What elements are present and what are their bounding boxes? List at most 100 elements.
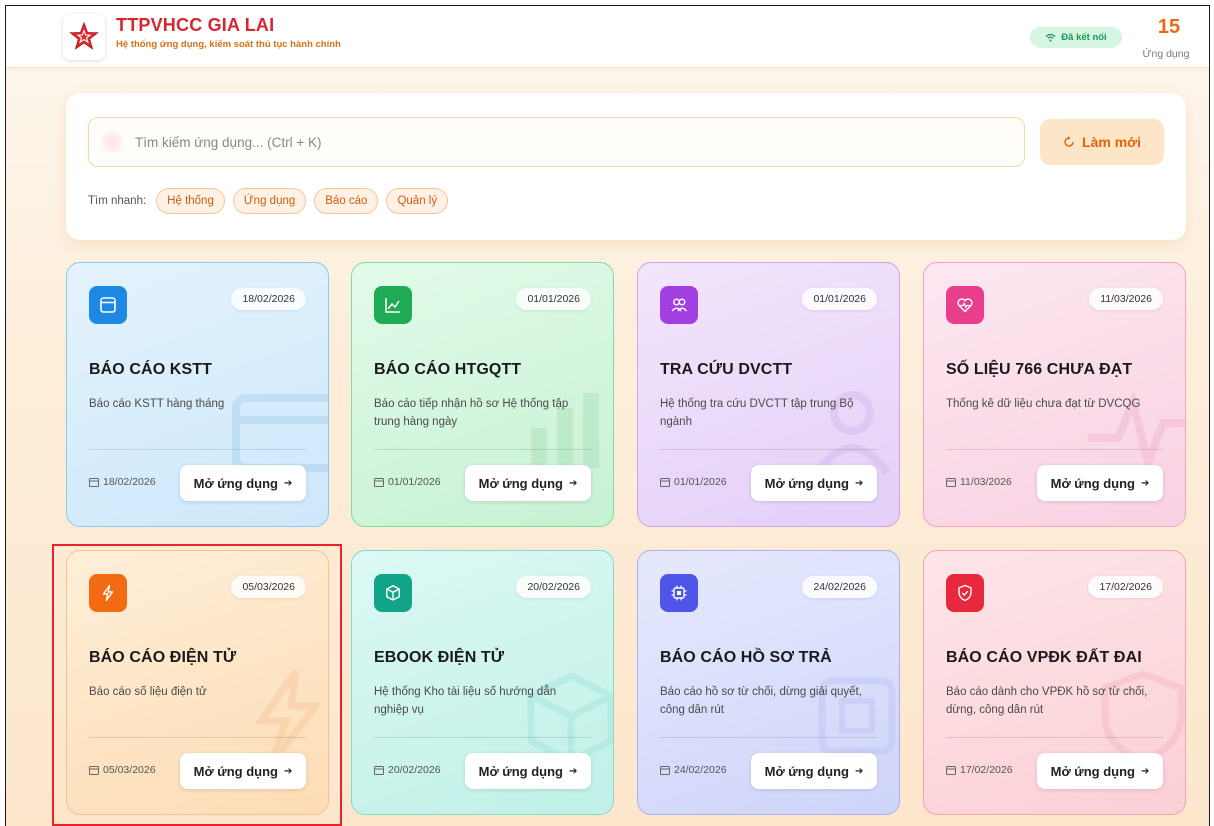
wifi-icon [1045, 33, 1056, 42]
card-footer-date-text: 18/02/2026 [103, 476, 156, 488]
card-footer-date: 20/02/2026 [374, 764, 441, 776]
card-footer-date-text: 11/03/2026 [960, 476, 1012, 488]
card-divider [946, 737, 1163, 738]
open-app-label: Mở ứng dụng [1050, 475, 1135, 491]
app-card-so-lieu-766[interactable]: 11/03/2026 SỐ LIỆU 766 CHƯA ĐẠT Thống kê… [923, 262, 1186, 527]
app-card-bao-cao-kstt[interactable]: 18/02/2026 BÁO CÁO KSTT Báo cáo KSTT hàn… [66, 262, 329, 527]
open-app-label: Mở ứng dụng [478, 763, 563, 779]
arrow-right-icon: ➔ [568, 765, 578, 777]
open-app-button[interactable]: Mở ứng dụng ➔ [1037, 753, 1163, 789]
search-icon [101, 131, 123, 153]
app-card-tra-cuu-dvctt[interactable]: 01/01/2026 TRA CỨU DVCTT Hệ thống tra cứ… [637, 262, 900, 527]
card-description: Hệ thống tra cứu DVCTT tập trung Bộ ngàn… [660, 398, 854, 428]
open-app-label: Mở ứng dụng [764, 475, 849, 491]
card-footer-date-text: 17/02/2026 [960, 764, 1013, 776]
arrow-right-icon: ➔ [1140, 765, 1150, 777]
refresh-label: Làm mới [1082, 134, 1141, 150]
calendar-icon [374, 478, 384, 487]
card-title: EBOOK ĐIỆN TỬ [374, 649, 505, 666]
app-count-label: Ứng dụng [1142, 48, 1190, 60]
selection-highlight [52, 544, 342, 826]
star-logo-icon [69, 21, 99, 50]
card-description: Báo cáo KSTT hàng tháng [89, 398, 225, 410]
brand-title: TTPVHCC GIA LAI [116, 15, 275, 35]
card-title: SỐ LIỆU 766 CHƯA ĐẠT [946, 361, 1133, 378]
card-date-badge: 17/02/2026 [1088, 576, 1163, 598]
refresh-icon [1064, 136, 1074, 147]
open-app-button[interactable]: Mở ứng dụng ➔ [1037, 465, 1163, 501]
refresh-button[interactable]: Làm mới [1040, 119, 1164, 165]
chip-icon [660, 574, 698, 612]
card-footer-date-text: 01/01/2026 [674, 476, 727, 488]
card-divider [89, 449, 306, 450]
open-app-button[interactable]: Mở ứng dụng ➔ [465, 465, 591, 501]
quick-search-label: Tìm nhanh: [88, 195, 147, 207]
card-title: BÁO CÁO HỒ SƠ TRẢ [660, 649, 832, 666]
card-description: Báo cáo tiếp nhận hồ sơ Hệ thống tập tru… [374, 398, 569, 428]
quick-chip-apps[interactable]: Ứng dụng [232, 188, 307, 214]
app-card-bao-cao-ho-so-tra[interactable]: 24/02/2026 BÁO CÁO HỒ SƠ TRẢ Báo cáo hồ … [637, 550, 900, 815]
users-icon [660, 286, 698, 324]
calendar-icon [374, 766, 384, 775]
arrow-right-icon: ➔ [568, 477, 578, 489]
card-date-badge: 01/01/2026 [516, 288, 591, 310]
arrow-right-icon: ➔ [283, 477, 293, 489]
card-footer-date-text: 20/02/2026 [388, 764, 441, 776]
arrow-right-icon: ➔ [854, 477, 864, 489]
open-app-button[interactable]: Mở ứng dụng ➔ [465, 753, 591, 789]
connection-status-label: Đã kết nối [1061, 32, 1107, 43]
app-card-bao-cao-vpdk-dat-dai[interactable]: 17/02/2026 BÁO CÁO VPĐK ĐẤT ĐAI Báo cáo … [923, 550, 1186, 815]
cube-icon [374, 574, 412, 612]
logo [63, 14, 105, 60]
card-divider [660, 737, 877, 738]
calendar-icon [946, 478, 956, 487]
app-count: 15 [1157, 16, 1181, 38]
window-watermark-icon [232, 394, 328, 472]
chart-line-icon [374, 286, 412, 324]
card-date-badge: 18/02/2026 [231, 288, 306, 310]
app-frame: TTPVHCC GIA LAI Hệ thống ứng dụng, kiểm … [5, 5, 1210, 826]
calendar-icon [660, 478, 670, 487]
quick-search-row: Tìm nhanh: Hệ thống Ứng dụng Báo cáo Quả… [88, 187, 449, 215]
card-title: BÁO CÁO VPĐK ĐẤT ĐAI [946, 649, 1142, 666]
card-date-badge: 20/02/2026 [516, 576, 591, 598]
open-app-label: Mở ứng dụng [1050, 763, 1135, 779]
app-card-bao-cao-htgqtt[interactable]: 01/01/2026 BÁO CÁO HTGQTT Báo cáo tiếp n… [351, 262, 614, 527]
card-divider [946, 449, 1163, 450]
search-panel: Làm mới Tìm nhanh: Hệ thống Ứng dụng Báo… [66, 93, 1186, 240]
card-footer-date: 17/02/2026 [946, 764, 1013, 776]
quick-chip-system[interactable]: Hệ thống [156, 188, 225, 214]
app-card-ebook-dien-tu[interactable]: 20/02/2026 EBOOK ĐIỆN TỬ Hệ thống Kho tà… [351, 550, 614, 815]
pulse-watermark-icon [1088, 390, 1185, 477]
card-footer-date: 24/02/2026 [660, 764, 727, 776]
card-divider [374, 449, 591, 450]
open-app-label: Mở ứng dụng [193, 475, 278, 491]
card-description: Báo cáo dành cho VPĐK hồ sơ từ chối, dừn… [946, 686, 1148, 716]
calendar-icon [89, 478, 99, 487]
quick-chip-reports[interactable]: Báo cáo [314, 188, 379, 214]
card-description: Báo cáo hồ sơ từ chối, dừng giải quyết, … [660, 686, 862, 716]
open-app-button[interactable]: Mở ứng dụng ➔ [751, 753, 877, 789]
card-title: BÁO CÁO HTGQTT [374, 361, 522, 378]
card-date-badge: 24/02/2026 [802, 576, 877, 598]
search-input[interactable] [135, 134, 1024, 150]
open-app-button[interactable]: Mở ứng dụng ➔ [180, 465, 306, 501]
window-icon [89, 286, 127, 324]
card-footer-date: 18/02/2026 [89, 476, 156, 488]
card-divider [660, 449, 877, 450]
card-description: Hệ thống Kho tài liệu số hướng dẫn nghiệ… [374, 686, 557, 716]
heart-pulse-icon [946, 286, 984, 324]
open-app-button[interactable]: Mở ứng dụng ➔ [751, 465, 877, 501]
card-footer-date-text: 24/02/2026 [674, 764, 727, 776]
card-title: BÁO CÁO KSTT [89, 361, 212, 378]
header: TTPVHCC GIA LAI Hệ thống ứng dụng, kiểm … [6, 6, 1209, 68]
card-footer-date: 01/01/2026 [374, 476, 441, 488]
open-app-label: Mở ứng dụng [764, 763, 849, 779]
card-footer-date: 01/01/2026 [660, 476, 727, 488]
quick-chip-management[interactable]: Quản lý [386, 188, 449, 214]
search-box[interactable] [88, 117, 1025, 167]
arrow-right-icon: ➔ [854, 765, 864, 777]
calendar-icon [946, 766, 956, 775]
card-date-badge: 01/01/2026 [802, 288, 877, 310]
card-date-badge: 11/03/2026 [1089, 288, 1163, 310]
